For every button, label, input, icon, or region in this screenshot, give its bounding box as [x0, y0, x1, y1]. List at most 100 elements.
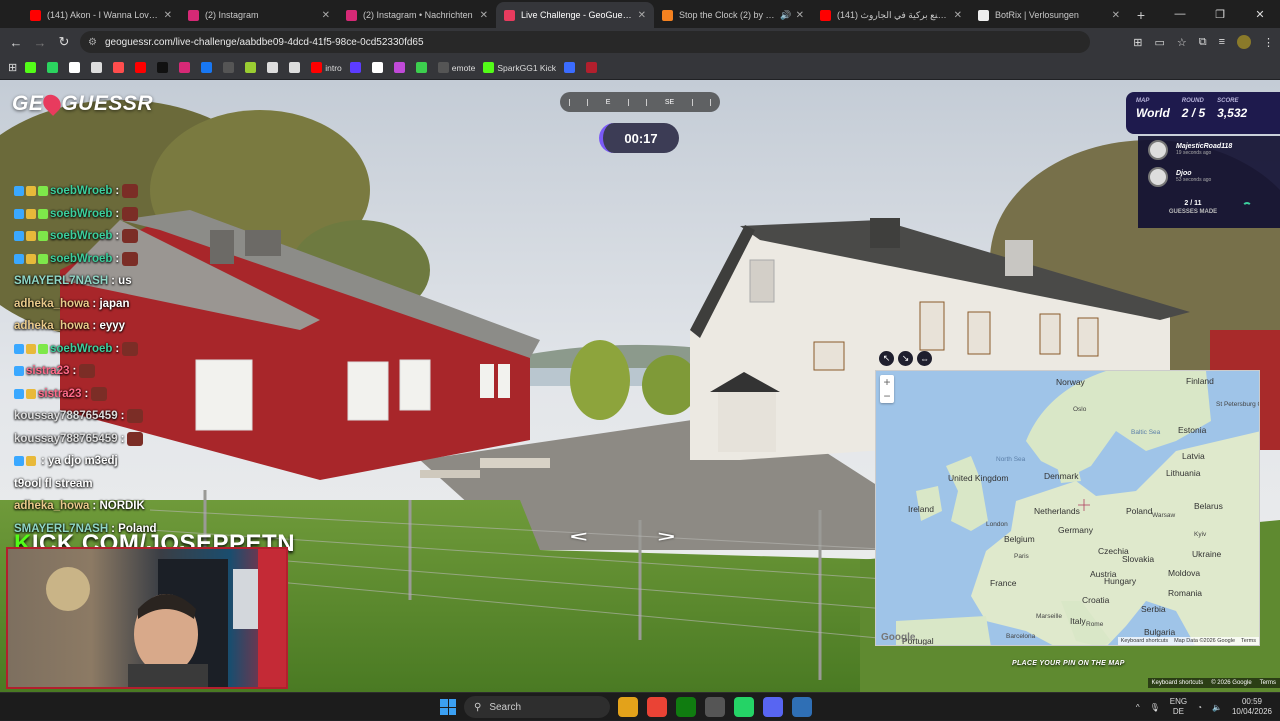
menu-kebab-icon[interactable]: ⋮	[1263, 36, 1274, 49]
streetview-stage[interactable]: GEGUESSR E SE 00:17 MAP World ROUND 2 / …	[0, 80, 1280, 692]
browser-tab[interactable]: (2) Instagram • Nachrichten✕	[338, 2, 496, 28]
map-country-label: Poland	[1126, 506, 1152, 516]
chat-badge-icon	[26, 254, 36, 264]
volume-icon[interactable]: 🔈	[1212, 703, 1222, 712]
bookmark-item[interactable]	[564, 62, 578, 73]
bookmark-item[interactable]	[25, 62, 39, 73]
bookmark-item[interactable]	[289, 62, 303, 73]
browser-tab[interactable]: (141) اللي تمنع بركية في الجاروث✕	[812, 2, 970, 28]
microphone-icon[interactable]: 🎙	[1150, 703, 1160, 712]
cast-icon[interactable]: ▭	[1154, 36, 1164, 49]
tab-search-icon[interactable]: ≡	[1219, 36, 1225, 48]
forward-arrow-icon[interactable]: →	[28, 35, 52, 50]
bookmark-item[interactable]	[586, 62, 600, 73]
bookmark-item[interactable]	[394, 62, 408, 73]
bookmark-item[interactable]	[245, 62, 259, 73]
bookmark-item[interactable]: SparkGG1 Kick	[483, 62, 556, 73]
taskbar-clock[interactable]: 00:59 10/04/2026	[1232, 697, 1272, 717]
bookmark-item[interactable]	[47, 62, 61, 73]
tab-favicon-icon	[504, 10, 515, 21]
bookmark-item[interactable]	[372, 62, 386, 73]
back-arrow-icon[interactable]: ←	[4, 35, 28, 50]
bookmark-item[interactable]	[223, 62, 237, 73]
close-tab-icon[interactable]: ✕	[638, 10, 646, 21]
chat-badge-icon	[14, 366, 24, 376]
apps-grid-icon[interactable]: ⊞	[8, 61, 17, 74]
bookmark-item[interactable]	[113, 62, 127, 73]
reload-icon[interactable]: ↻	[52, 34, 76, 50]
taskbar-app-icon[interactable]	[618, 697, 638, 717]
zoom-in-button[interactable]: +	[880, 375, 894, 389]
map-enlarge-icon[interactable]: ↖	[879, 351, 894, 366]
keyboard-language[interactable]: ENG DE	[1170, 697, 1187, 717]
bookmark-item[interactable]	[179, 62, 193, 73]
chat-badge-icon	[26, 456, 36, 466]
compass-tick	[569, 99, 570, 106]
browser-tab[interactable]: (141) Akon - I Wanna Love You✕	[22, 2, 180, 28]
score-label: SCORE	[1217, 98, 1247, 104]
zoom-out-button[interactable]: −	[880, 389, 894, 403]
minimize-icon[interactable]: —	[1160, 0, 1200, 28]
close-tab-icon[interactable]: ✕	[954, 10, 962, 21]
taskbar-app-icon[interactable]	[792, 697, 812, 717]
chat-badge-icon	[26, 231, 36, 241]
bookmark-favicon-icon	[438, 62, 449, 73]
bookmark-star-icon[interactable]: ☆	[1177, 36, 1187, 49]
address-bar[interactable]: ⚙ geoguessr.com/live-challenge/aabdbe09-…	[80, 31, 1090, 53]
map-keyboard-shortcuts-link[interactable]: Keyboard shortcuts	[1121, 638, 1168, 644]
translate-icon[interactable]: ⊞	[1133, 36, 1142, 49]
chat-message: soebWroeb:	[14, 248, 264, 271]
bookmark-item[interactable]	[201, 62, 215, 73]
browser-tab[interactable]: Live Challenge - GeoGuessr✕	[496, 2, 654, 28]
close-tab-icon[interactable]: ✕	[322, 10, 330, 21]
map-city-label: Marseille	[1036, 613, 1062, 620]
close-window-icon[interactable]: ✕	[1240, 0, 1280, 28]
tray-overflow-icon[interactable]: ^	[1136, 703, 1140, 712]
chat-badge-icon	[38, 209, 48, 219]
map-pin-toggle-icon[interactable]: ⇔	[917, 351, 932, 366]
taskbar-app-icon[interactable]	[647, 697, 667, 717]
close-tab-icon[interactable]: ✕	[480, 10, 488, 21]
geoguessr-logo[interactable]: GEGUESSR	[12, 92, 153, 116]
move-right-arrow-icon[interactable]: >	[658, 529, 676, 546]
guess-minimap[interactable]: ↖ ↘ ⇔	[875, 350, 1260, 646]
map-canvas[interactable]: + − NorwayFinlandEstoniaLatviaLithuaniaD…	[875, 370, 1260, 646]
sv-terms-link[interactable]: Terms	[1260, 680, 1276, 686]
extensions-icon[interactable]: ⧉	[1199, 36, 1207, 49]
close-tab-icon[interactable]: ✕	[796, 10, 804, 21]
bookmark-item[interactable]	[69, 62, 83, 73]
site-info-icon[interactable]: ⚙	[88, 37, 97, 48]
wifi-icon[interactable]: ◔	[1197, 703, 1202, 712]
player-guess-time: 53 seconds ago	[1176, 177, 1211, 183]
browser-tab[interactable]: BotRix | Verlosungen✕	[970, 2, 1128, 28]
taskbar-search[interactable]: ⚲ Search	[464, 696, 610, 718]
sv-keyboard-shortcuts-link[interactable]: Keyboard shortcuts	[1152, 680, 1204, 686]
chat-message: koussay788765459:	[14, 405, 264, 428]
bookmark-item[interactable]	[416, 62, 430, 73]
close-tab-icon[interactable]: ✕	[1112, 10, 1120, 21]
taskbar-app-icon[interactable]	[705, 697, 725, 717]
close-tab-icon[interactable]: ✕	[164, 10, 172, 21]
bookmark-item[interactable]	[267, 62, 281, 73]
taskbar-app-icon[interactable]	[676, 697, 696, 717]
map-country-label: Germany	[1058, 525, 1093, 535]
bookmark-item[interactable]	[91, 62, 105, 73]
taskbar-app-icon[interactable]	[763, 697, 783, 717]
map-shrink-icon[interactable]: ↘	[898, 351, 913, 366]
move-left-arrow-icon[interactable]: <	[570, 529, 588, 546]
new-tab-button[interactable]: +	[1128, 2, 1154, 28]
tab-audio-icon[interactable]: 🔊	[780, 10, 791, 21]
taskbar-app-icon[interactable]	[734, 697, 754, 717]
maximize-icon[interactable]: ❐	[1200, 0, 1240, 28]
browser-tab[interactable]: (2) Instagram✕	[180, 2, 338, 28]
bookmark-item[interactable]: intro	[311, 62, 342, 73]
chat-badge-icon	[14, 186, 24, 196]
bookmark-item[interactable]	[157, 62, 171, 73]
bookmark-item[interactable]	[350, 62, 364, 73]
bookmark-item[interactable]: emote	[438, 62, 476, 73]
map-terms-link[interactable]: Terms	[1241, 638, 1256, 644]
browser-tab[interactable]: Stop the Clock (2) by Kouss🔊✕	[654, 2, 812, 28]
profile-avatar[interactable]	[1237, 35, 1251, 49]
windows-start-icon[interactable]	[440, 699, 456, 715]
bookmark-item[interactable]	[135, 62, 149, 73]
